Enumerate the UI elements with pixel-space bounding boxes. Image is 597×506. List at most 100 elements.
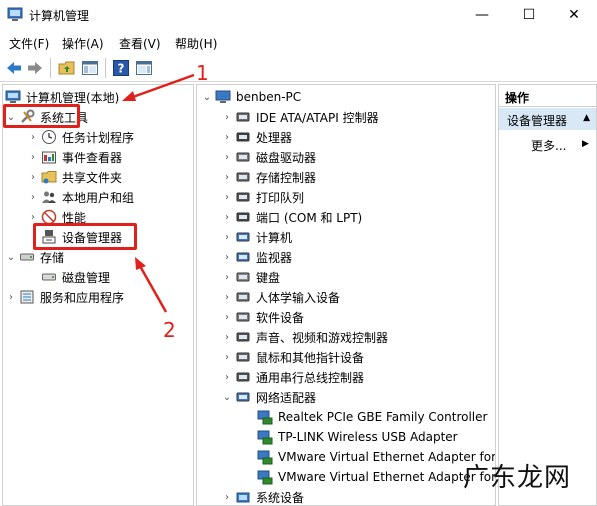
device-label: 人体学输入设备 — [256, 290, 341, 305]
device-category[interactable]: › 软件设备 — [221, 307, 304, 327]
chevron-down-icon[interactable]: ⌄ — [201, 92, 213, 103]
device-list-pane: ⌄ benben-PC › 系统设备 › IDE ATA/ATAPI 控制器 › 处理… — [196, 84, 496, 506]
chevron-right-icon[interactable]: › — [221, 352, 233, 363]
network-adapter-item[interactable]: TP-LINK Wireless USB Adapter — [255, 427, 458, 447]
device-category-system-devices[interactable]: › 系统设备 — [221, 487, 304, 505]
device-category-icon — [235, 229, 251, 245]
chevron-right-icon[interactable]: › — [221, 172, 233, 183]
tree-label: 磁盘管理 — [62, 270, 111, 285]
device-label: 鼠标和其他指针设备 — [256, 350, 365, 365]
chevron-down-icon[interactable]: ⌄ — [5, 252, 17, 263]
device-category-icon — [235, 269, 251, 285]
chevron-right-icon[interactable]: › — [221, 272, 233, 283]
disk-icon — [41, 269, 57, 285]
chevron-right-icon[interactable]: › — [27, 192, 39, 203]
menu-file[interactable]: 文件(F) — [9, 35, 49, 52]
chevron-right-icon[interactable]: › — [221, 132, 233, 143]
chevron-right-icon[interactable]: › — [27, 152, 39, 163]
device-category[interactable]: › 计算机 — [221, 227, 292, 247]
up-folder-icon[interactable] — [58, 59, 76, 77]
device-label: Realtek PCIe GBE Family Controller — [278, 410, 488, 424]
device-category-icon — [235, 309, 251, 325]
console-tree-pane: 计算机管理(本地) ⌄ 系统工具 › 任务计划程序 › 事件查看器 › 共享文件… — [2, 84, 194, 506]
device-category[interactable]: › 键盘 — [221, 267, 280, 287]
network-adapter-item[interactable]: Realtek PCIe GBE Family Controller — [255, 407, 487, 427]
device-category[interactable]: › IDE ATA/ATAPI 控制器 — [221, 107, 379, 127]
device-category[interactable]: › 鼠标和其他指针设备 — [221, 347, 364, 367]
device-category[interactable]: › 声音、视频和游戏控制器 — [221, 327, 388, 347]
tree-label: 任务计划程序 — [62, 130, 135, 145]
device-category-icon — [235, 369, 251, 385]
show-hide-tree-icon[interactable] — [81, 59, 99, 77]
chevron-down-icon[interactable]: ⌄ — [221, 392, 233, 403]
chevron-right-icon[interactable]: › — [5, 292, 17, 303]
network-adapter-item[interactable]: VMware Virtual Ethernet Adapter for — [255, 467, 495, 487]
device-category[interactable]: › 人体学输入设备 — [221, 287, 340, 307]
chevron-right-icon[interactable]: › — [221, 252, 233, 263]
device-root-computer[interactable]: ⌄ benben-PC — [201, 87, 301, 107]
network-adapter-item[interactable]: VMware Virtual Ethernet Adapter for — [255, 447, 495, 467]
back-arrow-icon[interactable] — [5, 59, 23, 77]
clock-icon — [41, 129, 57, 145]
storage-icon — [19, 249, 35, 265]
tree-item-event-viewer[interactable]: › 事件查看器 — [27, 147, 122, 167]
chevron-right-icon[interactable]: › — [221, 372, 233, 383]
device-label: benben-PC — [236, 90, 302, 104]
chevron-right-icon[interactable]: › — [27, 132, 39, 143]
menu-action[interactable]: 操作(A) — [62, 35, 104, 52]
chevron-right-icon[interactable]: › — [221, 492, 233, 503]
close-button[interactable]: ✕ — [551, 0, 597, 30]
network-adapter-icon — [257, 429, 273, 445]
tree-item-services-applications[interactable]: › 服务和应用程序 — [5, 287, 124, 307]
device-category[interactable]: › 存储控制器 — [221, 167, 316, 187]
help-icon[interactable]: ? — [112, 59, 130, 77]
actions-device-manager-header[interactable]: 设备管理器 ▲ — [499, 108, 596, 130]
chevron-right-icon[interactable]: › — [221, 152, 233, 163]
chevron-right-icon[interactable]: › — [221, 192, 233, 203]
menu-view[interactable]: 查看(V) — [119, 35, 161, 52]
minimize-button[interactable]: — — [459, 0, 505, 30]
chevron-right-icon[interactable]: › — [221, 212, 233, 223]
device-category-icon — [235, 169, 251, 185]
chevron-right-icon[interactable]: › — [221, 332, 233, 343]
system-devices-icon — [235, 489, 251, 505]
device-label: 软件设备 — [256, 310, 305, 325]
device-category[interactable]: ⌄ 网络适配器 — [221, 387, 316, 407]
watermark-text: 广东龙网 — [462, 463, 571, 493]
chevron-right-icon[interactable]: › — [27, 212, 39, 223]
chevron-right-icon[interactable]: › — [221, 232, 233, 243]
device-category-icon — [235, 329, 251, 345]
device-label: IDE ATA/ATAPI 控制器 — [256, 110, 379, 125]
chevron-up-icon[interactable]: ▲ — [583, 113, 590, 123]
chevron-right-icon[interactable]: › — [221, 312, 233, 323]
chevron-right-icon[interactable]: › — [221, 112, 233, 123]
device-category[interactable]: › 监视器 — [221, 247, 292, 267]
device-category[interactable]: › 磁盘驱动器 — [221, 147, 316, 167]
device-category-icon — [235, 149, 251, 165]
tree-label: 本地用户和组 — [62, 190, 135, 205]
tree-item-storage[interactable]: ⌄ 存储 — [5, 247, 64, 267]
more-actions-link[interactable]: 更多... — [531, 137, 566, 154]
tree-item-disk-management[interactable]: 磁盘管理 — [39, 267, 110, 287]
chevron-right-icon[interactable]: › — [221, 292, 233, 303]
network-adapter-icon — [257, 409, 273, 425]
tree-item-shared-folders[interactable]: › 共享文件夹 — [27, 167, 122, 187]
tree-item-local-users-groups[interactable]: › 本地用户和组 — [27, 187, 134, 207]
show-action-pane-icon[interactable] — [135, 59, 153, 77]
toolbar-separator — [105, 58, 106, 78]
menu-help[interactable]: 帮助(H) — [175, 35, 217, 52]
device-category[interactable]: › 端口 (COM 和 LPT) — [221, 207, 362, 227]
forward-arrow-icon[interactable] — [26, 59, 44, 77]
tree-item-task-scheduler[interactable]: › 任务计划程序 — [27, 127, 134, 147]
device-category-icon — [235, 189, 251, 205]
title-bar: 计算机管理 — ☐ ✕ — [0, 0, 597, 30]
device-category-icon — [235, 249, 251, 265]
chevron-right-icon[interactable]: › — [27, 172, 39, 183]
users-icon — [41, 189, 57, 205]
device-category-icon — [235, 129, 251, 145]
device-category[interactable]: › 打印队列 — [221, 187, 304, 207]
device-category[interactable]: › 处理器 — [221, 127, 292, 147]
device-category[interactable]: › 通用串行总线控制器 — [221, 367, 364, 387]
device-label: 端口 (COM 和 LPT) — [256, 210, 363, 225]
maximize-button[interactable]: ☐ — [506, 0, 552, 30]
